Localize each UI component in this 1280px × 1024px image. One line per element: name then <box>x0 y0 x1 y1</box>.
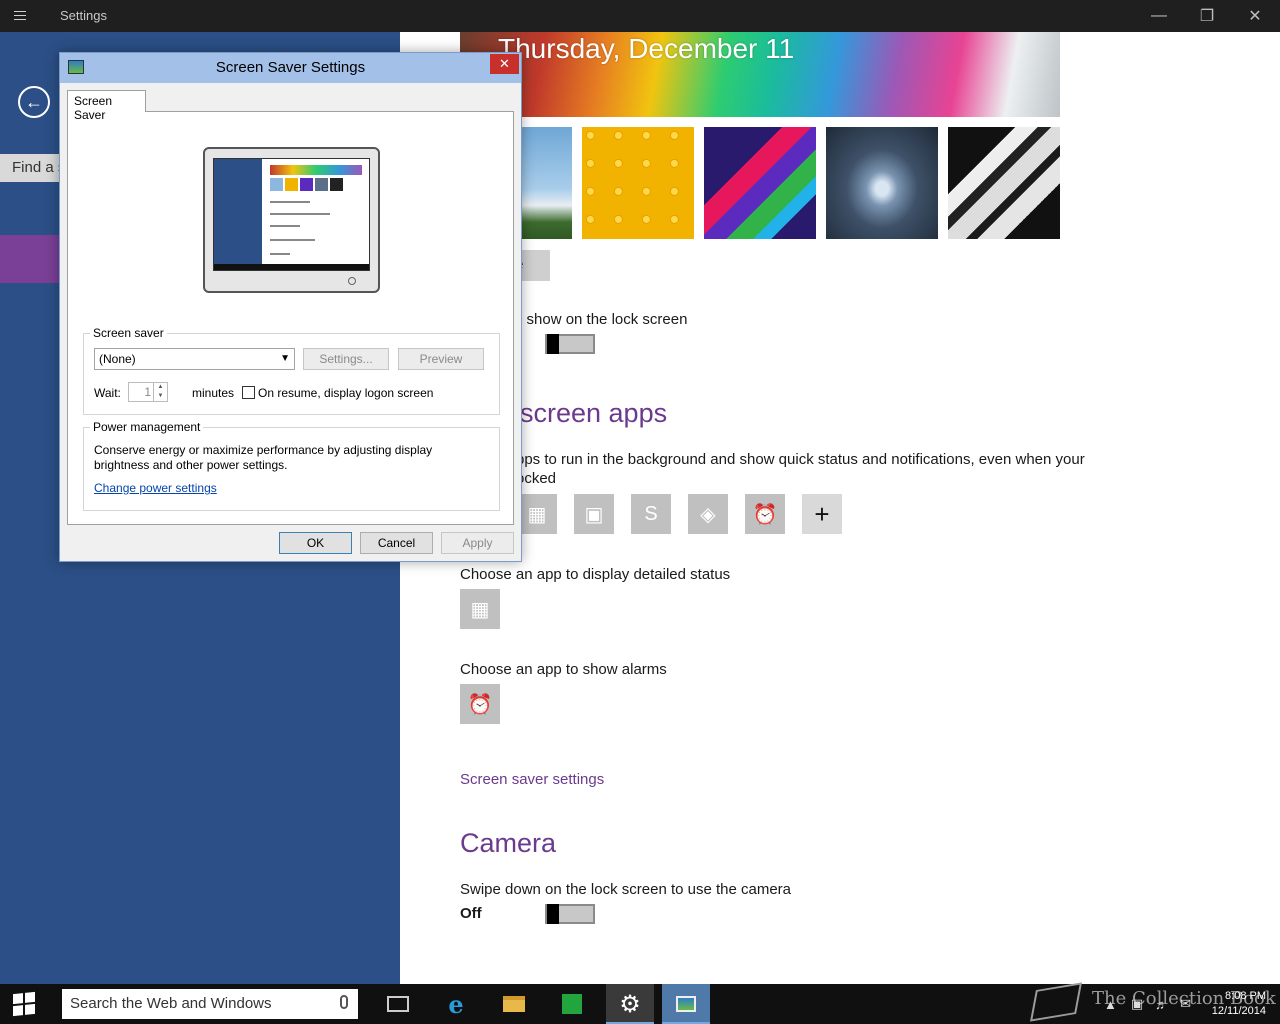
settings-title-bar: Settings — ❐ ✕ <box>0 0 1280 32</box>
background-thumb-geometric[interactable] <box>704 127 816 239</box>
minimize-button[interactable]: — <box>1136 0 1182 32</box>
alarms-label: Choose an app to show alarms <box>460 661 667 678</box>
window-title: Settings <box>60 8 107 23</box>
detailed-status-label: Choose an app to display detailed status <box>460 566 731 583</box>
store-icon <box>562 994 582 1014</box>
power-management-group: Power management Conserve energy or maxi… <box>83 420 500 511</box>
back-arrow-icon[interactable]: ← <box>18 86 50 118</box>
screen-saver-select[interactable]: (None) ▼ <box>94 348 295 370</box>
settings-taskbar-button[interactable]: ⚙ <box>606 984 654 1024</box>
dialog-close-button[interactable]: ✕ <box>490 54 519 74</box>
dialog-title: Screen Saver Settings <box>215 59 366 76</box>
background-thumb-piano[interactable] <box>948 127 1060 239</box>
screen-saver-group: Screen saver (None) ▼ Settings... Previe… <box>83 326 500 415</box>
power-description-1: Conserve energy or maximize performance … <box>94 443 433 457</box>
dialog-title-bar[interactable]: Screen Saver Settings ✕ <box>60 53 521 83</box>
games-icon[interactable]: ◈ <box>688 494 728 534</box>
quick-status-label: e show on the lock screen <box>514 311 688 328</box>
monitor-preview-icon <box>203 147 380 293</box>
cancel-button[interactable]: Cancel <box>360 532 433 554</box>
task-view-button[interactable] <box>374 984 422 1024</box>
screen-saver-icon <box>676 996 696 1012</box>
power-description-2: brightness and other power settings. <box>94 458 288 472</box>
settings-button[interactable]: Settings... <box>303 348 389 370</box>
quick-status-toggle[interactable] <box>545 334 595 354</box>
wait-minutes-stepper[interactable]: 1 ▲ ▼ <box>128 382 168 402</box>
selected-screen-saver: (None) <box>99 352 136 366</box>
screen-saver-dialog: Screen Saver Settings ✕ Screen Saver Scr… <box>59 52 522 562</box>
file-explorer-button[interactable] <box>490 984 538 1024</box>
lock-screen-apps-desc-1: pps to run in the background and show qu… <box>516 451 1085 468</box>
clock-date: 12/11/2014 <box>1211 1005 1266 1017</box>
task-view-icon <box>387 996 409 1012</box>
preview-button[interactable]: Preview <box>398 348 484 370</box>
taskbar-search-input[interactable]: Search the Web and Windows <box>62 989 358 1019</box>
gear-icon: ⚙ <box>619 990 641 1018</box>
alarms-clock-icon[interactable]: ⏰ <box>460 684 500 724</box>
close-window-button[interactable]: ✕ <box>1232 0 1278 32</box>
store-button[interactable] <box>548 984 596 1024</box>
power-management-label: Power management <box>90 420 204 434</box>
background-thumb-honeycomb[interactable] <box>582 127 694 239</box>
apply-button[interactable]: Apply <box>441 532 514 554</box>
background-thumb-tunnel[interactable] <box>826 127 938 239</box>
logon-screen-checkbox[interactable] <box>242 386 255 399</box>
clock-time: 8:08 PM <box>1225 990 1266 1002</box>
screen-saver-tab-panel: Screen saver (None) ▼ Settings... Previe… <box>67 111 514 525</box>
camera-toggle[interactable] <box>545 904 595 924</box>
internet-explorer-icon: e <box>448 989 464 1019</box>
folder-icon <box>503 996 525 1012</box>
minutes-label: minutes <box>192 386 235 400</box>
start-button[interactable] <box>0 984 48 1024</box>
tab-screen-saver[interactable]: Screen Saver <box>67 90 146 122</box>
find-setting-input[interactable]: Find a s <box>0 154 62 182</box>
screen-saver-taskbar-button[interactable] <box>662 984 710 1024</box>
stepper-arrows-icon[interactable]: ▲ ▼ <box>153 383 167 401</box>
book-watermark-icon <box>1029 982 1083 1022</box>
network-icon[interactable]: ▣ <box>1131 996 1143 1012</box>
selected-nav-item[interactable] <box>0 235 62 283</box>
detailed-status-calendar-icon[interactable]: ▦ <box>460 589 500 629</box>
microphone-icon[interactable] <box>340 995 348 1009</box>
logon-screen-label: On resume, display logon screen <box>258 386 434 400</box>
taskbar: Search the Web and Windows e ⚙ The Colle… <box>0 982 1280 1024</box>
taskbar-search-placeholder: Search the Web and Windows <box>70 995 272 1012</box>
windows-logo-icon <box>13 991 35 1017</box>
lock-screen-apps-desc-2: ocked <box>516 470 557 487</box>
camera-toggle-state: Off <box>460 905 482 922</box>
ok-button[interactable]: OK <box>279 532 352 554</box>
add-icon[interactable]: + <box>802 494 842 534</box>
system-tray: ▲ ▣ ♬ ✉ <box>1104 984 1191 1024</box>
restore-button[interactable]: ❐ <box>1184 0 1230 32</box>
volume-icon[interactable]: ♬ <box>1155 997 1168 1012</box>
wait-label: Wait: <box>94 386 121 400</box>
taskbar-clock[interactable]: 8:08 PM 12/11/2014 <box>1212 989 1266 1019</box>
lock-screen-apps-heading: screen apps <box>520 398 668 428</box>
hamburger-menu-icon[interactable] <box>14 8 34 24</box>
screen-saver-settings-link[interactable]: Screen saver settings <box>460 771 604 788</box>
camera-description: Swipe down on the lock screen to use the… <box>460 881 792 898</box>
calendar-icon[interactable]: ▦ <box>517 494 557 534</box>
wait-minutes-value: 1 <box>144 385 151 399</box>
show-hidden-icons-icon[interactable]: ▲ <box>1104 997 1117 1012</box>
radio-icon[interactable]: ▣ <box>574 494 614 534</box>
skype-icon[interactable]: S <box>631 494 671 534</box>
action-center-icon[interactable]: ✉ <box>1180 996 1191 1012</box>
alarm-clock-icon[interactable]: ⏰ <box>745 494 785 534</box>
chevron-down-icon: ▼ <box>280 353 290 364</box>
internet-explorer-button[interactable]: e <box>432 984 480 1024</box>
screen-saver-group-label: Screen saver <box>90 326 167 340</box>
change-power-settings-link[interactable]: Change power settings <box>94 481 217 495</box>
lock-screen-date: Thursday, December 11 <box>498 33 795 64</box>
camera-heading: Camera <box>460 828 557 858</box>
